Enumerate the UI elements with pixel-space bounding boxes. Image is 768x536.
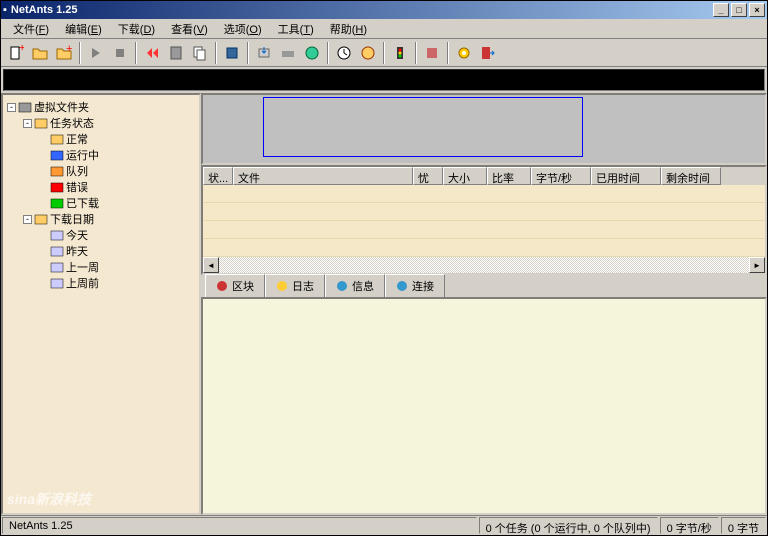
scroll-right-button[interactable]: ► <box>749 257 765 273</box>
tab-1[interactable]: 日志 <box>265 274 325 297</box>
menu-f[interactable]: 文件(F) <box>5 19 57 39</box>
tool1-button[interactable] <box>277 42 299 64</box>
tree-date-0[interactable]: 今天 <box>7 227 195 243</box>
tree-state-4[interactable]: 已下载 <box>7 195 195 211</box>
globe-button[interactable] <box>301 42 323 64</box>
toolbar: + + <box>1 39 767 67</box>
traffic-button[interactable] <box>389 42 411 64</box>
selection-box <box>263 97 583 157</box>
add-folder-button[interactable]: + <box>53 42 75 64</box>
col-header[interactable]: 字节/秒 <box>531 167 591 185</box>
settings-button[interactable] <box>453 42 475 64</box>
dial-button[interactable] <box>357 42 379 64</box>
tree-state-2[interactable]: 队列 <box>7 163 195 179</box>
clock-button[interactable] <box>333 42 355 64</box>
watermark: sina新浪科技 <box>7 489 91 509</box>
tree-date-1[interactable]: 昨天 <box>7 243 195 259</box>
status-tasks: 0 个任务 (0 个运行中, 0 个队列中) <box>479 517 658 534</box>
stop-button[interactable] <box>109 42 131 64</box>
status-bytes: 0 字节 <box>721 517 766 534</box>
status-speed: 0 字节/秒 <box>660 517 719 534</box>
maximize-button[interactable]: □ <box>731 3 747 17</box>
tree-state-1[interactable]: 运行中 <box>7 147 195 163</box>
close-button[interactable]: × <box>749 3 765 17</box>
col-header[interactable]: 大小 <box>443 167 487 185</box>
col-header[interactable]: 比率 <box>487 167 531 185</box>
grid-body[interactable] <box>203 185 765 257</box>
copy-button[interactable] <box>189 42 211 64</box>
download-grid: 状...文件忧大小比率字节/秒已用时间剩余时间 ◄ ► <box>201 165 767 275</box>
progress-bar <box>3 69 765 91</box>
tab-2[interactable]: 信息 <box>325 274 385 297</box>
expand-icon[interactable]: - <box>23 119 32 128</box>
tree-state-0[interactable]: 正常 <box>7 131 195 147</box>
h-scrollbar[interactable]: ◄ ► <box>203 257 765 273</box>
col-header[interactable]: 文件 <box>233 167 413 185</box>
col-header[interactable]: 忧 <box>413 167 443 185</box>
tool2-button[interactable] <box>421 42 443 64</box>
new-button[interactable]: + <box>5 42 27 64</box>
folder-button[interactable] <box>29 42 51 64</box>
tree-root[interactable]: -虚拟文件夹 <box>7 99 195 115</box>
paste-button[interactable] <box>165 42 187 64</box>
expand-icon[interactable]: - <box>7 103 16 112</box>
tree-state-3[interactable]: 错误 <box>7 179 195 195</box>
menu-h[interactable]: 帮助(H) <box>322 19 375 39</box>
menu-e[interactable]: 编辑(E) <box>57 19 110 39</box>
tab-3[interactable]: 连接 <box>385 274 445 297</box>
tree-taskstatus[interactable]: -任务状态 <box>7 115 195 131</box>
tree-date-2[interactable]: 上一周 <box>7 259 195 275</box>
status-left: NetAnts 1.25 <box>2 517 477 534</box>
export-button[interactable] <box>253 42 275 64</box>
tab-bar: 区块日志信息连接 <box>201 275 767 297</box>
menu-o[interactable]: 选项(O) <box>216 19 270 39</box>
scroll-left-button[interactable]: ◄ <box>203 257 219 273</box>
prev-button[interactable] <box>141 42 163 64</box>
book-button[interactable] <box>221 42 243 64</box>
tree-date-3[interactable]: 上周前 <box>7 275 195 291</box>
menu-t[interactable]: 工具(T) <box>270 19 322 39</box>
menubar: 文件(F)编辑(E)下载(D)查看(V)选项(O)工具(T)帮助(H) <box>1 19 767 39</box>
minimize-button[interactable]: _ <box>713 3 729 17</box>
titlebar: ▪ NetAnts 1.25 _ □ × <box>1 1 767 19</box>
exit-button[interactable] <box>477 42 499 64</box>
statusbar: NetAnts 1.25 0 个任务 (0 个运行中, 0 个队列中) 0 字节… <box>1 515 767 535</box>
col-header[interactable]: 剩余时间 <box>661 167 721 185</box>
play-button[interactable] <box>85 42 107 64</box>
col-header[interactable]: 状... <box>203 167 233 185</box>
preview-pane <box>201 93 767 165</box>
menu-d[interactable]: 下载(D) <box>110 19 163 39</box>
menu-v[interactable]: 查看(V) <box>163 19 216 39</box>
svg-text:+: + <box>66 45 72 55</box>
tab-content <box>201 297 767 515</box>
svg-text:+: + <box>19 45 24 54</box>
window-title: NetAnts 1.25 <box>7 4 711 16</box>
tab-0[interactable]: 区块 <box>205 274 265 297</box>
col-header[interactable]: 已用时间 <box>591 167 661 185</box>
expand-icon[interactable]: - <box>23 215 32 224</box>
tree-dldate[interactable]: -下载日期 <box>7 211 195 227</box>
sidebar: -虚拟文件夹-任务状态正常运行中队列错误已下载-下载日期今天昨天上一周上周前 s… <box>1 93 201 515</box>
